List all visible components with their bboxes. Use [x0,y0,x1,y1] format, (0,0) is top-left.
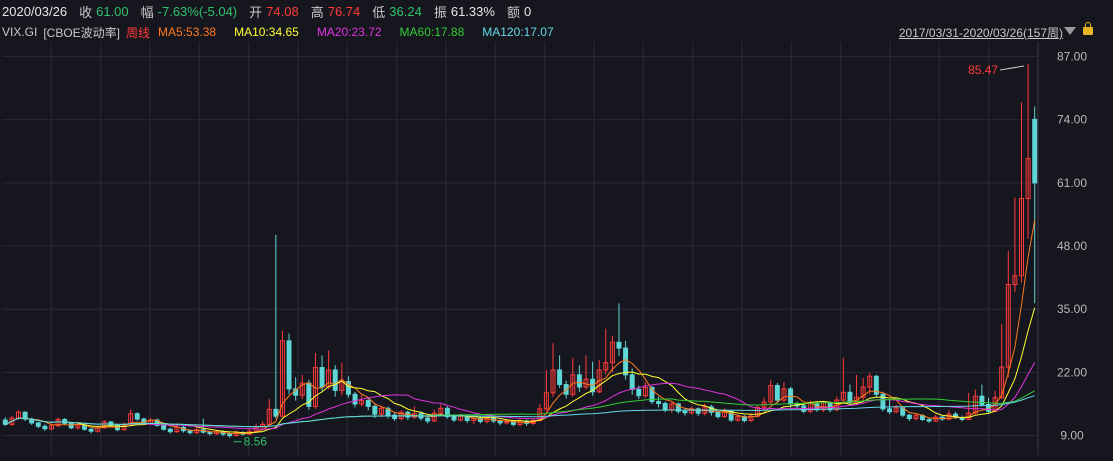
candle-down [365,400,371,407]
candle-down [623,347,629,376]
candle-down [656,401,662,404]
candle-down [332,369,338,391]
candle-down [728,410,734,421]
annotations: 85.47 8.56 [233,63,1025,449]
ma5-line [5,219,1036,435]
candle-down [161,424,167,430]
candle-down [273,408,279,417]
candle-down [134,413,140,420]
candle-down [286,340,292,390]
y-tick-label: 61.00 [1057,176,1087,190]
candle-down [352,393,358,405]
candle-down [926,419,932,422]
candle-down [906,414,912,420]
candle-down [715,411,721,418]
candle-down [636,388,642,397]
candle-down [616,341,622,349]
candle-down [227,433,233,437]
candle-down [629,374,635,390]
y-tick-label: 22.00 [1057,365,1087,379]
y-tick-label: 74.00 [1057,113,1087,127]
candle-down [1032,118,1038,184]
candle-down [319,367,325,388]
candle-down [576,374,582,388]
candle-down [451,416,457,421]
max-arrow [1000,65,1025,71]
candle-down [88,428,94,432]
candle-down [167,428,173,433]
candle-down [425,417,431,422]
candle-down [774,385,780,401]
candle-down [372,405,378,415]
y-tick-label: 87.00 [1057,50,1087,64]
candlestick-chart[interactable]: 87.00 74.00 61.00 48.00 35.00 22.00 9.00 85.47… [0,0,1113,461]
candle-down [68,422,74,429]
max-annotation: 85.47 [968,63,998,77]
ma-layer [5,219,1036,435]
min-annotation: 8.56 [244,435,268,449]
candle-down [62,419,68,424]
y-axis: 87.00 74.00 61.00 48.00 35.00 22.00 9.00 [1057,50,1087,443]
y-tick-label: 35.00 [1057,302,1087,316]
y-tick-label: 9.00 [1060,429,1084,443]
candle-down [207,431,213,435]
candle-down [662,402,668,411]
candle-down [35,422,41,427]
candle-down [682,410,688,414]
y-tick-label: 48.00 [1057,239,1087,253]
candle-down [187,430,193,434]
candle-down [497,420,503,424]
candle-down [887,408,893,413]
candle-down [979,395,985,405]
candle-down [42,425,48,430]
candle-down [557,369,563,386]
